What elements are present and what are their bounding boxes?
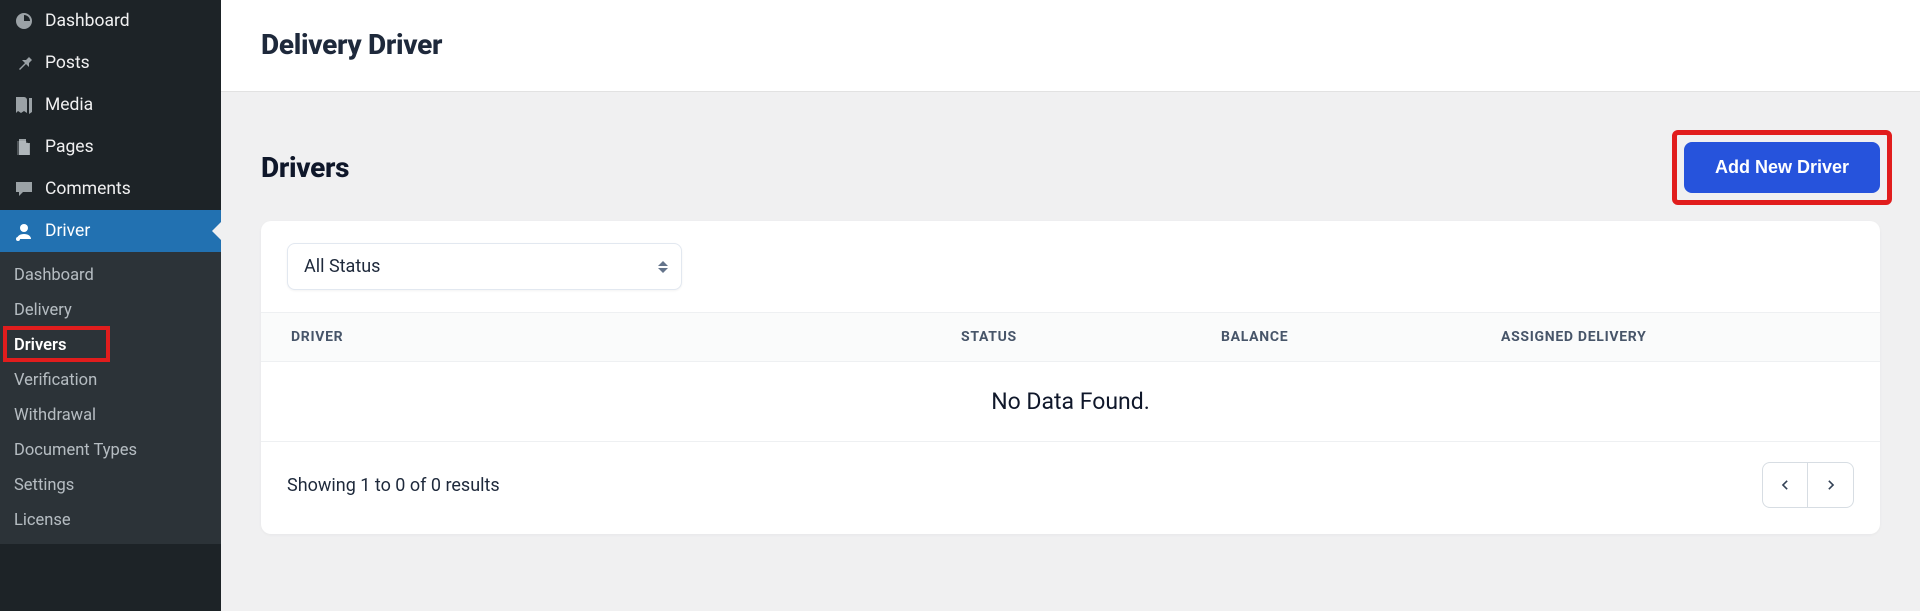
pages-icon [13,136,35,158]
submenu-item-settings[interactable]: Settings [0,468,221,503]
page-title: Delivery Driver [261,28,1880,61]
admin-sidebar: Dashboard Posts Media Pages Comments [0,0,221,611]
add-new-driver-button[interactable]: Add New Driver [1684,142,1880,193]
sidebar-submenu: Dashboard Delivery Drivers Verification … [0,252,221,544]
sidebar-item-comments[interactable]: Comments [0,168,221,210]
results-text: Showing 1 to 0 of 0 results [287,475,500,496]
sidebar-item-driver[interactable]: Driver [0,210,221,252]
table-footer: Showing 1 to 0 of 0 results [261,441,1880,534]
sidebar-item-pages[interactable]: Pages [0,126,221,168]
table-empty-state: No Data Found. [261,362,1880,441]
sidebar-item-label: Media [45,95,93,115]
column-driver: DRIVER [291,329,961,345]
table-header: DRIVER STATUS BALANCE ASSIGNED DELIVERY [261,312,1880,362]
sidebar-item-dashboard[interactable]: Dashboard [0,0,221,42]
submenu-item-license[interactable]: License [0,503,221,538]
submenu-item-drivers[interactable]: Drivers [0,328,221,363]
drivers-card: All Status DRIVER STATUS BALANCE ASSIGNE… [261,221,1880,534]
media-icon [13,94,35,116]
submenu-item-delivery[interactable]: Delivery [0,293,221,328]
sidebar-item-label: Comments [45,179,131,199]
page-header: Delivery Driver [221,0,1920,92]
sidebar-item-posts[interactable]: Posts [0,42,221,84]
sidebar-item-label: Pages [45,137,94,157]
submenu-item-verification[interactable]: Verification [0,363,221,398]
column-assigned: ASSIGNED DELIVERY [1501,329,1850,345]
column-status: STATUS [961,329,1221,345]
section-header: Drivers Add New Driver [261,142,1880,193]
submenu-item-document-types[interactable]: Document Types [0,433,221,468]
dashboard-icon [13,10,35,32]
sidebar-item-label: Dashboard [45,11,130,31]
comments-icon [13,178,35,200]
sidebar-item-label: Driver [45,221,90,241]
pin-icon [13,52,35,74]
status-filter[interactable]: All Status [287,243,682,290]
submenu-item-withdrawal[interactable]: Withdrawal [0,398,221,433]
section-title: Drivers [261,151,349,184]
page-prev-button[interactable] [1762,462,1808,508]
status-select[interactable]: All Status [287,243,682,290]
page-next-button[interactable] [1808,462,1854,508]
driver-icon [13,220,35,242]
sidebar-item-label: Posts [45,53,90,73]
chevron-right-icon [1823,477,1839,493]
chevron-left-icon [1777,477,1793,493]
main-content: Delivery Driver Drivers Add New Driver A… [221,0,1920,611]
pagination [1762,462,1854,508]
column-balance: BALANCE [1221,329,1501,345]
sidebar-item-media[interactable]: Media [0,84,221,126]
submenu-item-dashboard[interactable]: Dashboard [0,258,221,293]
